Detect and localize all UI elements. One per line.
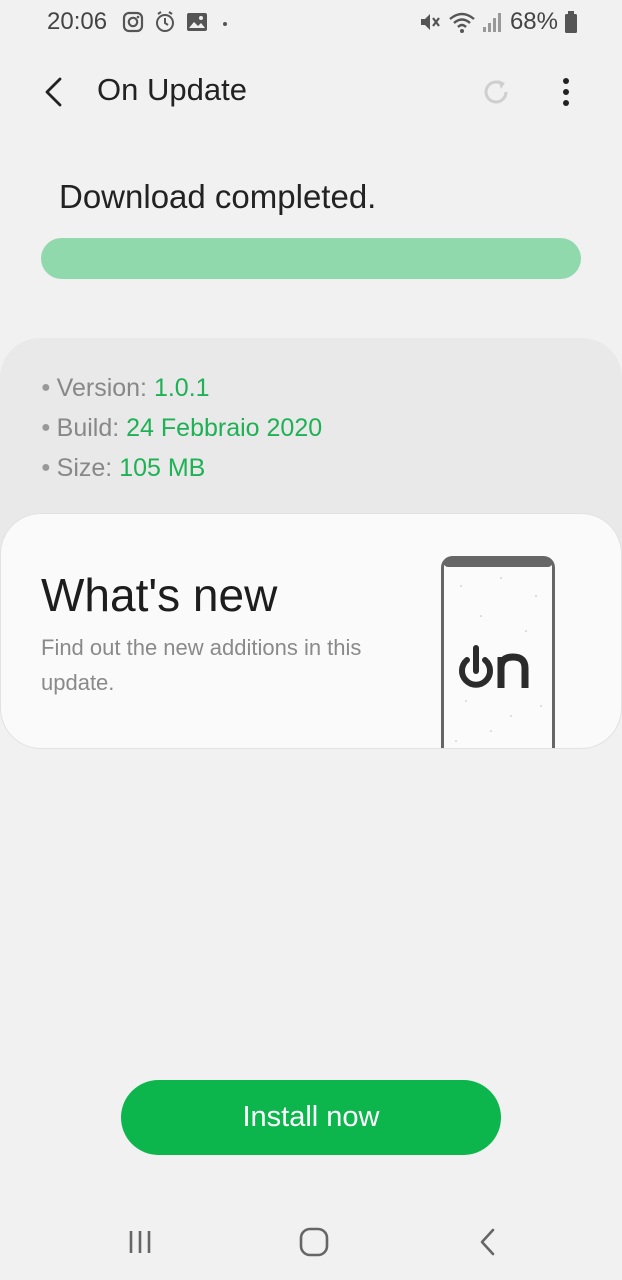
install-now-button[interactable]: Install now bbox=[121, 1080, 501, 1155]
refresh-button[interactable] bbox=[472, 68, 520, 116]
info-label: Build: bbox=[56, 414, 127, 442]
whats-new-description: Find out the new additions in this updat… bbox=[41, 635, 362, 695]
whats-new-card[interactable]: What's new Find out the new additions in… bbox=[1, 514, 621, 748]
status-bar: 20:06 68% bbox=[0, 0, 622, 46]
back-icon bbox=[480, 1228, 495, 1256]
app-bar: On Update bbox=[0, 52, 622, 132]
update-info-list: ● Version: 1.0.1 ● Build: 24 Febbraio 2020… bbox=[41, 368, 322, 488]
refresh-icon bbox=[484, 80, 508, 104]
info-label: Size: bbox=[56, 454, 120, 482]
recents-icon bbox=[129, 1231, 151, 1253]
battery-percent: 68% bbox=[509, 8, 558, 35]
more-options-button[interactable] bbox=[542, 68, 590, 116]
status-time: 20:06 bbox=[47, 8, 108, 35]
nav-back-button[interactable] bbox=[466, 1220, 510, 1264]
notification-icons bbox=[122, 10, 232, 34]
download-status-text: Download completed. bbox=[59, 178, 377, 215]
back-button[interactable] bbox=[30, 68, 78, 116]
home-button[interactable] bbox=[292, 1220, 336, 1264]
info-row-version: ● Version: 1.0.1 bbox=[41, 368, 322, 408]
instagram-icon bbox=[122, 11, 144, 33]
page-title: On Update bbox=[97, 72, 247, 107]
bullet-icon: ● bbox=[41, 379, 51, 396]
status-right: 68% bbox=[418, 8, 578, 36]
download-progress-fill bbox=[41, 238, 581, 279]
battery-icon bbox=[565, 11, 577, 33]
navigation-bar bbox=[0, 1200, 622, 1280]
bullet-icon: ● bbox=[41, 419, 51, 436]
bullet-icon: ● bbox=[41, 459, 51, 476]
info-value: 105 MB bbox=[119, 454, 206, 482]
info-value: 24 Febbraio 2020 bbox=[126, 414, 323, 442]
download-progress-bar bbox=[41, 238, 581, 279]
more-vert-icon bbox=[563, 78, 569, 106]
mute-icon bbox=[420, 14, 440, 30]
home-icon bbox=[299, 1227, 329, 1257]
signal-icon bbox=[482, 13, 501, 32]
info-row-build: ● Build: 24 Febbraio 2020 bbox=[41, 408, 322, 448]
info-label: Version: bbox=[56, 374, 154, 402]
info-row-size: ● Size: 105 MB bbox=[41, 448, 322, 488]
gallery-icon bbox=[187, 13, 207, 31]
wifi-icon bbox=[449, 12, 475, 33]
back-arrow-icon bbox=[45, 77, 62, 107]
dot-icon bbox=[223, 22, 227, 26]
recents-button[interactable] bbox=[118, 1220, 162, 1264]
phone-illustration bbox=[441, 556, 555, 748]
info-value: 1.0.1 bbox=[153, 374, 210, 402]
screen: 20:06 68% On Update Download completed. … bbox=[0, 0, 622, 1280]
alarm-icon bbox=[156, 11, 174, 32]
whats-new-title: What's new bbox=[41, 569, 278, 621]
